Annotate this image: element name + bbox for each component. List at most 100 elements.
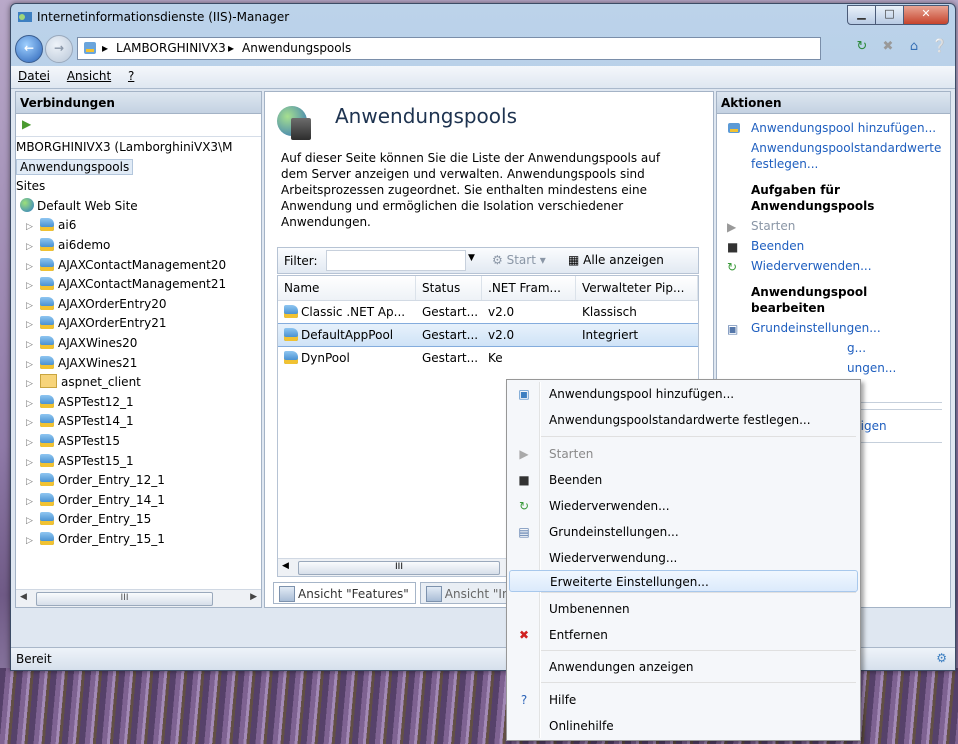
expand-icon[interactable]: ▷ — [26, 218, 36, 237]
expand-icon[interactable]: ▷ — [26, 297, 36, 316]
action-advanced[interactable]: ungen... — [717, 358, 950, 378]
table-row[interactable]: Classic .NET Ap... Gestart... v2.0 Klassisc… — [278, 301, 698, 323]
context-menu-item-starten[interactable]: ▶ Starten — [509, 443, 858, 465]
tree-item-ai6[interactable]: ▷ ai6 — [16, 216, 261, 236]
expand-icon[interactable]: ▷ — [26, 336, 36, 355]
context-menu-item-wiederverwenden[interactable]: ↻ Wiederverwenden... — [509, 495, 858, 517]
filter-input[interactable] — [326, 250, 466, 271]
application-icon — [40, 512, 54, 526]
tree-app-pools[interactable]: Anwendungspools — [16, 158, 261, 178]
tree-item-ajaxwines20[interactable]: ▷ AJAXWines20 — [16, 334, 261, 354]
tree-item-order-entry-14-1[interactable]: ▷ Order_Entry_14_1 — [16, 491, 261, 511]
context-menu-item-hilfe[interactable]: ? Hilfe — [509, 689, 858, 711]
expand-icon[interactable]: ▷ — [26, 395, 36, 414]
tree-item-ajaxcontactmanagement20[interactable]: ▷ AJAXContactManagement20 — [16, 256, 261, 276]
context-menu-item-umbenennen[interactable]: Umbenennen — [509, 598, 858, 620]
breadcrumb-app-pools[interactable]: Anwendungspools — [242, 41, 351, 55]
tasks-heading: Aufgaben für Anwendungspools — [751, 183, 875, 213]
tree-item-order-entry-15-1[interactable]: ▷ Order_Entry_15_1 — [16, 530, 261, 550]
start-filter-button[interactable]: ⚙ Start ▾ — [492, 253, 546, 267]
show-all-button[interactable]: ▦ Alle anzeigen — [568, 253, 664, 267]
action-recycle[interactable]: ↻ Wiederverwenden... — [717, 256, 950, 276]
expand-icon[interactable]: ▷ — [26, 258, 36, 277]
context-menu-item-anwendungen-anzeigen[interactable]: Anwendungen anzeigen — [509, 656, 858, 678]
context-menu-item-anwendungspoolstandardwerte-festlegen[interactable]: Anwendungspoolstandardwerte festlegen... — [509, 409, 858, 431]
action-add-pool[interactable]: Anwendungspool hinzufügen... — [717, 118, 950, 138]
expand-icon[interactable]: ▷ — [26, 277, 36, 296]
column-name[interactable]: Name — [278, 276, 416, 300]
context-menu-item-anwendungspool-hinzufügen[interactable]: ▣ Anwendungspool hinzufügen... — [509, 383, 858, 405]
action-basic-settings[interactable]: ▣ Grundeinstellungen... — [717, 318, 950, 338]
tree-server[interactable]: MBORGHINIVX3 (LamborghiniVX3\M — [16, 138, 261, 158]
connections-tree: MBORGHINIVX3 (LamborghiniVX3\M Anwendung… — [16, 138, 261, 589]
menu-separator — [541, 650, 856, 651]
table-row[interactable]: DefaultAppPool Gestart... v2.0 Integriert — [278, 323, 698, 347]
context-menu-item-wiederverwendung[interactable]: Wiederverwendung... — [509, 547, 858, 569]
tree-item-aspnet-client[interactable]: ▷ aspnet_client — [16, 373, 261, 393]
column-net-framework[interactable]: .NET Fram... — [482, 276, 576, 300]
tree-item-ajaxcontactmanagement21[interactable]: ▷ AJAXContactManagement21 — [16, 275, 261, 295]
tree-item-asptest15-1[interactable]: ▷ ASPTest15_1 — [16, 452, 261, 472]
column-pipeline[interactable]: Verwalteter Pip... — [576, 276, 698, 300]
connections-hscroll[interactable]: ◀ III ▶ — [16, 589, 261, 607]
tree-item-order-entry-12-1[interactable]: ▷ Order_Entry_12_1 — [16, 471, 261, 491]
table-cell: Integriert — [582, 328, 639, 342]
expand-icon[interactable]: ▷ — [26, 414, 36, 433]
expand-icon[interactable]: ▷ — [26, 238, 36, 257]
home-icon[interactable]: ⌂ — [903, 36, 925, 58]
expand-icon[interactable]: ▷ — [26, 512, 36, 531]
tree-item-asptest14-1[interactable]: ▷ ASPTest14_1 — [16, 412, 261, 432]
filter-dropdown-icon[interactable]: ▼ — [468, 253, 475, 263]
expand-icon[interactable]: ▷ — [26, 454, 36, 473]
connect-icon[interactable]: ▶ — [22, 117, 31, 131]
action-stop[interactable]: ■ Beenden — [717, 236, 950, 256]
expand-icon[interactable]: ▷ — [26, 316, 36, 335]
context-menu-item-entfernen[interactable]: ✖ Entfernen — [509, 624, 858, 646]
expand-icon[interactable]: ▷ — [26, 375, 36, 394]
context-menu-item-erweiterte-einstellungen[interactable]: Erweiterte Einstellungen... — [509, 570, 858, 592]
minimize-button[interactable]: ▁ — [847, 5, 876, 25]
menu-bar: Datei Ansicht ? — [11, 66, 955, 89]
application-icon — [40, 433, 54, 447]
tree-item-asptest15[interactable]: ▷ ASPTest15 — [16, 432, 261, 452]
context-menu-item-grundeinstellungen[interactable]: ▤ Grundeinstellungen... — [509, 521, 858, 543]
forward-button[interactable]: → — [45, 35, 73, 63]
expand-icon[interactable]: ▷ — [26, 493, 36, 512]
close-button[interactable]: ✕ — [903, 5, 949, 25]
tree-item-ajaxorderentry20[interactable]: ▷ AJAXOrderEntry20 — [16, 295, 261, 315]
title-bar[interactable]: Internetinformationsdienste (IIS)-Manage… — [11, 4, 955, 30]
column-status[interactable]: Status — [416, 276, 482, 300]
filter-label: Filter: — [284, 254, 318, 268]
menu-datei[interactable]: Datei — [11, 66, 56, 83]
tree-sites[interactable]: Sites — [16, 177, 261, 197]
context-menu-item-beenden[interactable]: ■ Beenden — [509, 469, 858, 491]
tree-item-order-entry-15[interactable]: ▷ Order_Entry_15 — [16, 510, 261, 530]
action-start[interactable]: ▶ Starten — [717, 216, 950, 236]
menu-ansicht[interactable]: Ansicht — [60, 66, 117, 83]
tree-default-site[interactable]: Default Web Site — [16, 197, 261, 217]
maximize-button[interactable]: □ — [875, 5, 904, 25]
tree-item-ai6demo[interactable]: ▷ ai6demo — [16, 236, 261, 256]
expand-icon[interactable]: ▷ — [26, 532, 36, 551]
action-set-defaults[interactable]: Anwendungspoolstandardwerte festlegen... — [717, 138, 950, 174]
back-button[interactable]: ← — [15, 35, 43, 63]
menu-help[interactable]: ? — [121, 66, 140, 83]
help-icon[interactable]: ❔ — [929, 36, 951, 58]
tree-item-ajaxwines21[interactable]: ▷ AJAXWines21 — [16, 354, 261, 374]
tab-features-view[interactable]: Ansicht "Features" — [273, 582, 416, 604]
breadcrumb[interactable]: ▸ LAMBORGHINIVX3 ▸ Anwendungspools — [77, 37, 821, 60]
application-icon — [40, 277, 54, 291]
breadcrumb-server[interactable]: LAMBORGHINIVX3 — [116, 41, 226, 55]
table-row[interactable]: DynPool Gestart... Ke — [278, 347, 698, 369]
expand-icon[interactable]: ▷ — [26, 356, 36, 375]
tree-item-asptest12-1[interactable]: ▷ ASPTest12_1 — [16, 393, 261, 413]
expand-icon[interactable]: ▷ — [26, 473, 36, 492]
tree-item-ajaxorderentry21[interactable]: ▷ AJAXOrderEntry21 — [16, 314, 261, 334]
action-recycling[interactable]: g... — [717, 338, 950, 358]
context-menu-item-onlinehilfe[interactable]: Onlinehilfe — [509, 715, 858, 737]
application-icon — [40, 531, 54, 545]
expand-icon[interactable]: ▷ — [26, 434, 36, 453]
refresh-icon[interactable]: ↻ — [851, 36, 873, 58]
tree-item-label: AJAXOrderEntry21 — [58, 316, 167, 331]
stop-icon[interactable]: ✖ — [877, 36, 899, 58]
